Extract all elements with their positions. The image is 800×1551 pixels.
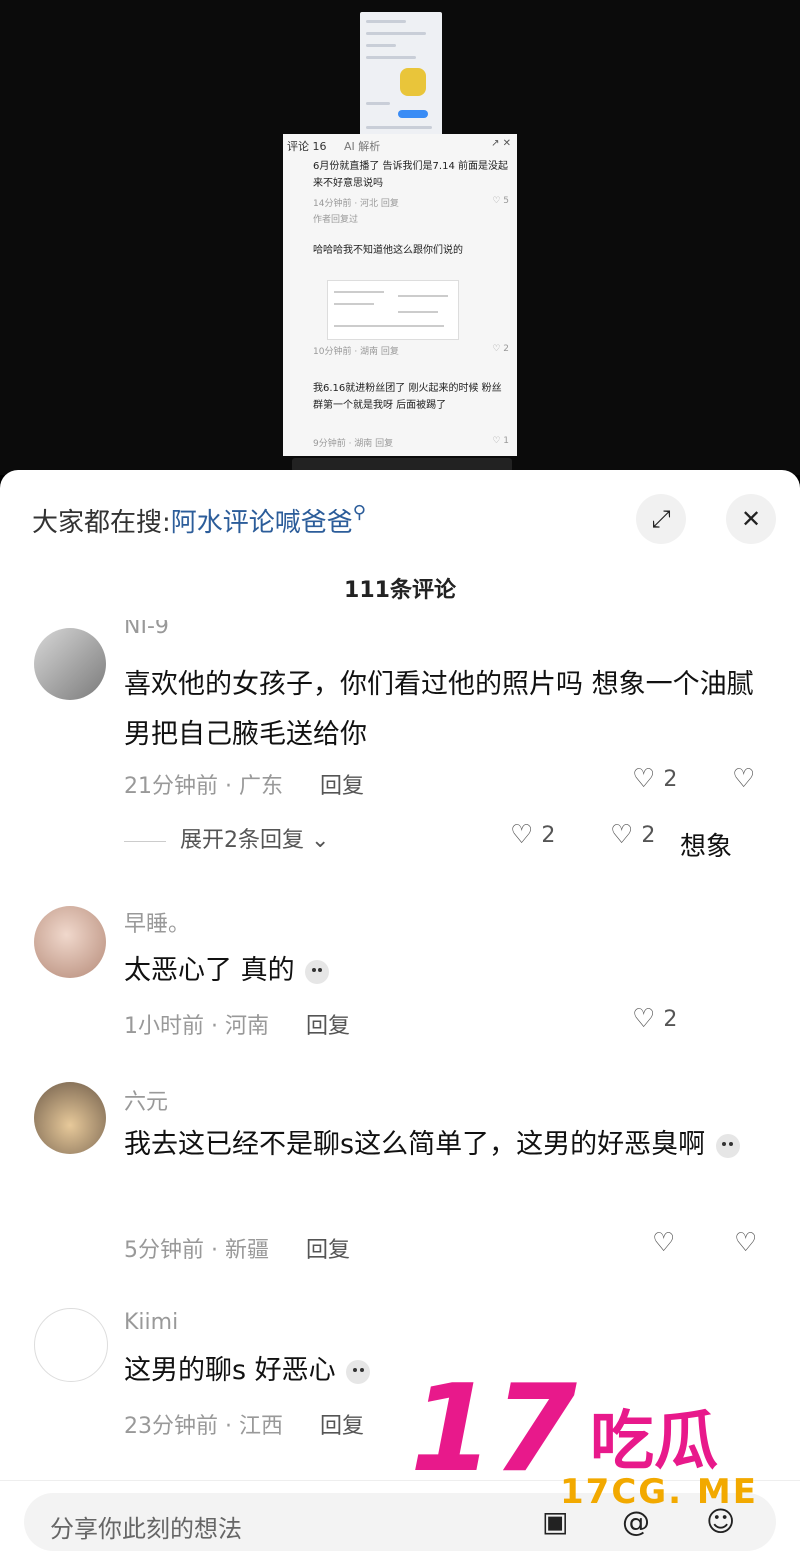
overlap-text: 想象 (680, 832, 733, 862)
comment-meta: 23分钟前 · 江西 回复 (124, 1408, 364, 1440)
comment-username[interactable]: 早睡。 (124, 906, 190, 938)
search-keyword-link[interactable]: 阿水评论喊爸爸 (171, 508, 353, 538)
comment-username[interactable]: 六元 (124, 1084, 168, 1116)
avatar[interactable] (34, 628, 106, 700)
emoji-icon[interactable]: ☺ (706, 1505, 735, 1538)
comment-time-location: 1小时前 · 河南 (124, 1014, 269, 1039)
at-icon[interactable]: @ (622, 1505, 650, 1538)
comment-meta: 1小时前 · 河南 回复 (124, 1008, 350, 1040)
like-button[interactable]: ♡ 2 (632, 764, 677, 794)
like-button[interactable]: ♡ 2 (632, 1004, 677, 1034)
comment-meta: 21分钟前 · 广东 回复 (124, 768, 364, 800)
comment-username[interactable]: Kiimi (124, 1310, 178, 1335)
sweat-emoji-icon (346, 1359, 371, 1384)
heart-icon: ♡ (510, 820, 534, 850)
cs-comment-text: 6月份就直播了 告诉我们是7.14 前面是没起来不好意思说吗 (313, 161, 508, 189)
dislike-button[interactable]: ♡ (732, 764, 755, 794)
comment-meta: 5分钟前 · 新疆 回复 (124, 1232, 350, 1264)
reply-button[interactable]: 回复 (320, 774, 364, 799)
like-count: 2 (663, 1006, 678, 1032)
divider (124, 840, 166, 842)
broken-heart-icon: ♡ (732, 764, 756, 794)
cs-close-icon: ↗ ✕ (491, 138, 511, 149)
reply-button[interactable]: 回复 (320, 1414, 364, 1439)
cs-attached-image (327, 280, 459, 340)
cs-comment-meta: 9分钟前 · 湖南 回复 ♡ 1 (313, 436, 509, 449)
comment-input[interactable]: 分享你此刻的想法 ▣ @ ☺ (24, 1493, 776, 1551)
dislike-button[interactable]: ♡ (734, 1228, 757, 1258)
avatar[interactable] (34, 906, 106, 978)
search-prefix: 大家都在搜: (32, 508, 171, 538)
comment-text: 喜欢他的女孩子，你们看过他的照片吗 想象一个油腻男把自己腋毛送给你 (124, 669, 754, 750)
chevron-down-icon: ⌄ (311, 828, 330, 853)
avatar[interactable] (34, 1082, 106, 1154)
crying-emoji-icon (715, 1133, 740, 1158)
avatar[interactable] (34, 1308, 108, 1382)
like-button[interactable]: ♡ 2 (510, 820, 555, 850)
broken-heart-icon: ♡ (734, 1228, 758, 1258)
cs-ai-label: AI 解析 (344, 140, 381, 153)
comment-time-location: 23分钟前 · 江西 (124, 1414, 283, 1439)
heart-icon: ♡ (652, 1228, 676, 1258)
crying-emoji-icon (305, 959, 330, 984)
trending-search[interactable]: 大家都在搜:阿水评论喊爸爸⚲ (32, 502, 366, 539)
expand-button[interactable]: ⤢ (636, 494, 686, 544)
comment-input-bar: 分享你此刻的想法 ▣ @ ☺ (0, 1480, 800, 1551)
cs-author-tag: 作者回复过 (313, 215, 359, 225)
like-count: 2 (663, 766, 678, 792)
cs-comment-text: 哈哈哈我不知道他这么跟你们说的 (313, 245, 463, 256)
comment-input-placeholder: 分享你此刻的想法 (50, 1515, 242, 1543)
comment-time-location: 5分钟前 · 新疆 (124, 1238, 269, 1263)
cs-header: 评论 16 AI 解析 (287, 138, 380, 154)
like-button[interactable]: ♡ (652, 1228, 675, 1258)
expand-icon: ⤢ (651, 505, 671, 533)
close-icon: ✕ (740, 505, 762, 533)
search-icon: ⚲ (352, 502, 366, 523)
comment-sheet: 大家都在搜:阿水评论喊爸爸⚲ ⤢ ✕ 111条评论 NI-9 喜欢他的女孩子，你… (0, 470, 800, 1551)
comment-list[interactable]: NI-9 喜欢他的女孩子，你们看过他的照片吗 想象一个油腻男把自己腋毛送给你 2… (0, 620, 800, 1480)
heart-icon: ♡ (632, 764, 656, 794)
cs-tab-label: 评论 16 (287, 140, 327, 153)
dislike-button[interactable]: ♡ 2 (610, 820, 655, 850)
comment-text: 我去这已经不是聊s这么简单了，这男的好恶臭啊 (124, 1120, 764, 1170)
heart-icon: ♡ (632, 1004, 656, 1034)
video-preview[interactable]: 评论 16 AI 解析 ↗ ✕ 6月份就直播了 告诉我们是7.14 前面是没起来… (0, 0, 800, 475)
comment-text: 这男的聊s 好恶心 (124, 1346, 764, 1396)
comment-username[interactable]: NI-9 (124, 620, 169, 639)
comment-screenshot-image: 评论 16 AI 解析 ↗ ✕ 6月份就直播了 告诉我们是7.14 前面是没起来… (283, 134, 517, 456)
expand-replies-button[interactable]: 展开2条回复 ⌄ (124, 822, 329, 854)
broken-heart-icon: ♡ (610, 820, 634, 850)
cs-comment-meta: 10分钟前 · 湖南 回复 ♡ 2 (313, 344, 509, 357)
image-icon[interactable]: ▣ (542, 1505, 568, 1538)
close-button[interactable]: ✕ (726, 494, 776, 544)
reply-button[interactable]: 回复 (306, 1238, 350, 1263)
cs-comment-text: 我6.16就进粉丝团了 刚火起来的时候 粉丝群第一个就是我呀 后面被踢了 (313, 383, 502, 411)
reply-button[interactable]: 回复 (306, 1014, 350, 1039)
comment-count: 111条评论 (344, 578, 456, 603)
chat-screenshot-image (360, 12, 442, 140)
comment-text: 太恶心了 真的 (124, 946, 764, 996)
cs-comment-meta: 14分钟前 · 河北 回复 ♡ 5 (313, 196, 509, 209)
comment-time-location: 21分钟前 · 广东 (124, 774, 283, 799)
